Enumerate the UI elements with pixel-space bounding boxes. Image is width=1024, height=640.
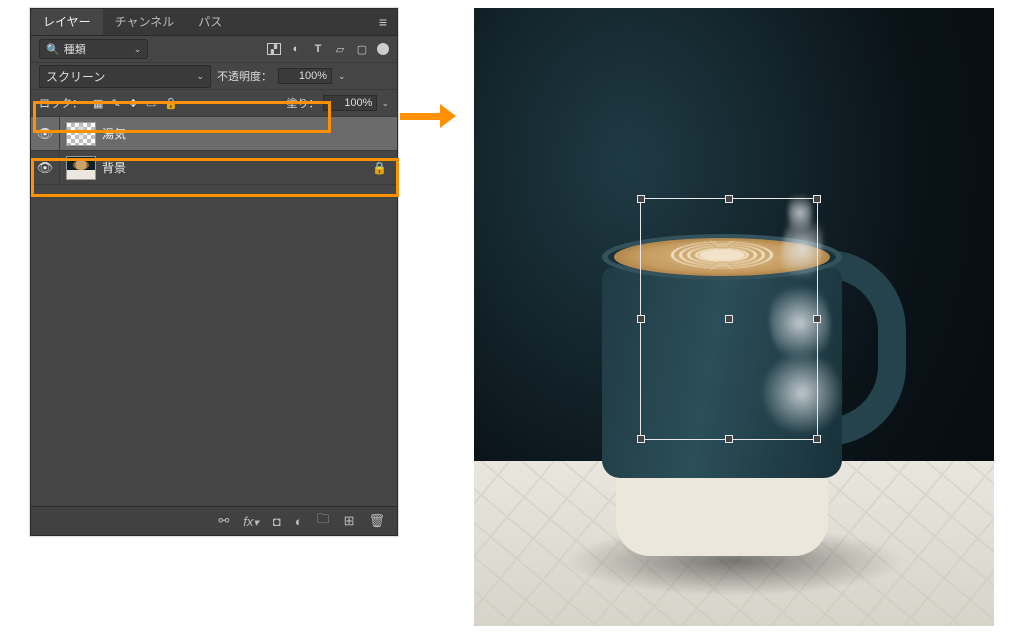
blend-mode-value: スクリーン	[46, 68, 105, 85]
search-icon: 🔍	[46, 43, 60, 56]
opacity-label: 不透明度：	[217, 68, 272, 84]
filter-icons: ▞ ◐ T ▱ ▢	[267, 42, 389, 56]
layer-thumbnail[interactable]	[66, 156, 96, 180]
layers-panel: レイヤー チャンネル パス ≡ 🔍 種類 ⌄ ▞ ◐ T ▱ ▢ ス	[30, 8, 398, 536]
lock-row: ロック： ▦ ✎ ✥ ▭ 🔒 塗り： 100% ⌄	[31, 90, 397, 117]
transform-bounding-box[interactable]	[640, 198, 818, 440]
filter-adjust-icon[interactable]: ◐	[289, 42, 303, 56]
lock-label: ロック：	[39, 95, 83, 111]
transform-handle[interactable]	[813, 315, 821, 323]
panel-footer: ⚯ fx▾ ◘ ◐ 🗀 ⊞ 🗑	[31, 506, 397, 535]
chevron-down-icon: ⌄	[134, 44, 142, 55]
fx-icon[interactable]: fx▾	[243, 514, 259, 529]
annotation-arrow	[400, 106, 456, 126]
layer-row-background[interactable]: 👁 背景 🔒	[31, 151, 397, 185]
group-icon[interactable]: 🗀	[317, 510, 330, 532]
fill-input[interactable]: 100%	[323, 95, 377, 111]
filter-type-select[interactable]: 🔍 種類 ⌄	[39, 39, 148, 59]
adjustment-icon[interactable]: ◐	[295, 514, 303, 529]
link-layers-icon[interactable]: ⚯	[218, 513, 229, 529]
lock-all-icon[interactable]: 🔒	[164, 97, 178, 110]
filter-shape-icon[interactable]: ▱	[333, 42, 347, 56]
filter-label: 種類	[64, 41, 86, 57]
transform-handle[interactable]	[725, 435, 733, 443]
opacity-input[interactable]: 100%	[278, 68, 332, 84]
transform-handle[interactable]	[637, 315, 645, 323]
filter-row: 🔍 種類 ⌄ ▞ ◐ T ▱ ▢	[31, 36, 397, 63]
chevron-down-icon[interactable]: ⌄	[381, 98, 389, 109]
filter-type-icon[interactable]: T	[311, 42, 325, 56]
layer-name[interactable]: 背景	[102, 159, 126, 176]
panel-tabbar: レイヤー チャンネル パス ≡	[31, 9, 397, 36]
panel-menu-icon[interactable]: ≡	[369, 14, 397, 30]
filter-pixel-icon[interactable]: ▞	[267, 43, 281, 55]
filter-smart-icon[interactable]: ▢	[355, 42, 369, 56]
layers-list: 👁 湯気 👁 背景 🔒	[31, 117, 397, 185]
visibility-toggle[interactable]: 👁	[31, 126, 59, 142]
blend-row: スクリーン ⌄ 不透明度： 100% ⌄	[31, 63, 397, 90]
lock-artboard-icon[interactable]: ▭	[146, 97, 156, 110]
fill-label: 塗り：	[286, 95, 319, 111]
lock-move-icon[interactable]: ✥	[129, 97, 138, 110]
layer-row-steam[interactable]: 👁 湯気	[31, 117, 397, 151]
blend-mode-select[interactable]: スクリーン ⌄	[39, 65, 211, 88]
layer-name[interactable]: 湯気	[102, 125, 126, 142]
tab-paths[interactable]: パス	[186, 9, 234, 35]
chevron-down-icon: ⌄	[196, 71, 204, 82]
transform-handle[interactable]	[637, 195, 645, 203]
trash-icon[interactable]: 🗑	[368, 513, 385, 529]
transform-handle[interactable]	[813, 195, 821, 203]
mask-icon[interactable]: ◘	[273, 514, 281, 529]
visibility-toggle[interactable]: 👁	[31, 160, 59, 176]
filter-toggle-icon[interactable]	[377, 43, 389, 55]
transform-handle[interactable]	[725, 195, 733, 203]
transform-center[interactable]	[725, 315, 733, 323]
tab-layers[interactable]: レイヤー	[31, 9, 103, 35]
transform-handle[interactable]	[813, 435, 821, 443]
layer-thumbnail[interactable]	[66, 122, 96, 146]
chevron-down-icon[interactable]: ⌄	[338, 71, 346, 82]
tab-channels[interactable]: チャンネル	[103, 9, 187, 35]
transform-handle[interactable]	[637, 435, 645, 443]
lock-transparent-icon[interactable]: ▦	[93, 97, 103, 110]
new-layer-icon[interactable]: ⊞	[344, 513, 355, 529]
lock-paint-icon[interactable]: ✎	[111, 97, 120, 110]
lock-icon[interactable]: 🔒	[372, 161, 387, 175]
